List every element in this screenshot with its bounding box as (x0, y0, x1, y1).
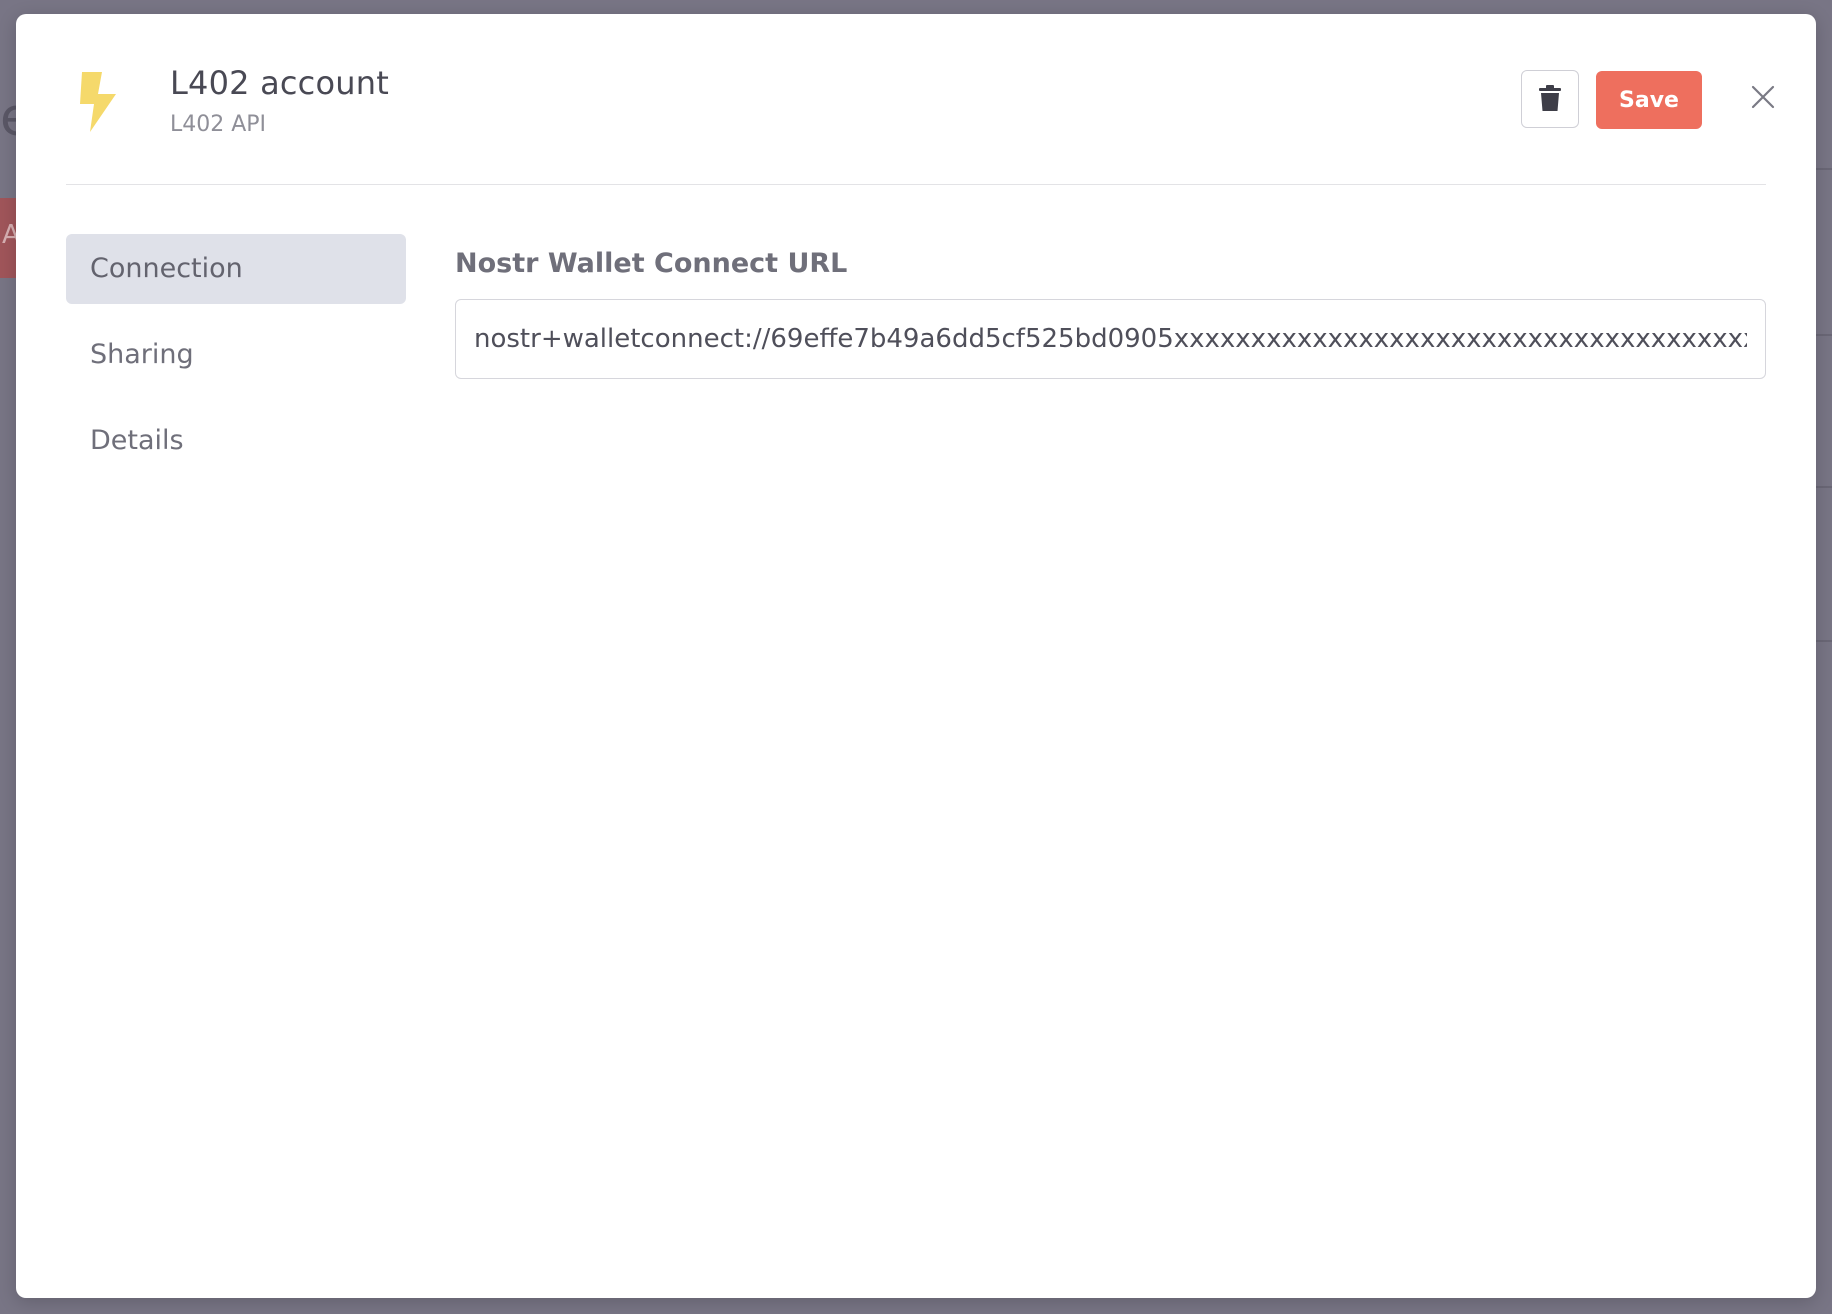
credential-modal: L402 account L402 API Save Connection Sh… (16, 14, 1816, 1298)
credential-title: L402 account (170, 64, 389, 102)
trash-icon (1538, 84, 1562, 115)
lightning-bolt-icon (76, 70, 122, 134)
sidebar-item-connection[interactable]: Connection (66, 234, 406, 304)
close-icon (1751, 85, 1775, 113)
nwc-url-input[interactable] (455, 299, 1766, 379)
credential-type: L402 API (170, 112, 267, 137)
modal-sidebar: Connection Sharing Details (66, 234, 406, 492)
nwc-url-label: Nostr Wallet Connect URL (455, 248, 848, 279)
sidebar-item-sharing[interactable]: Sharing (66, 320, 406, 390)
connection-panel: Nostr Wallet Connect URL (455, 234, 1766, 379)
sidebar-item-details[interactable]: Details (66, 406, 406, 476)
close-button[interactable] (1746, 82, 1780, 116)
save-button[interactable]: Save (1596, 71, 1702, 129)
delete-button[interactable] (1521, 70, 1579, 128)
modal-header: L402 account L402 API Save (66, 14, 1775, 185)
